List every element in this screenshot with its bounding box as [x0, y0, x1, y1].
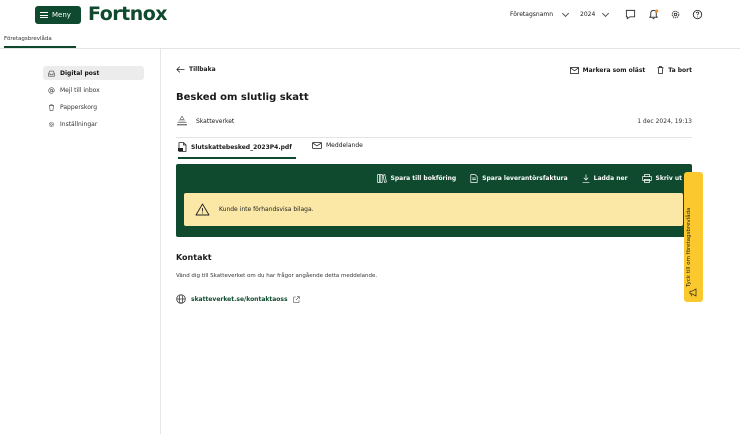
chevron-down-icon: [561, 9, 570, 17]
skatteverket-logo-icon: [177, 115, 187, 126]
sidebar-item-label: Papperskorg: [60, 103, 98, 111]
chevron-down-icon: [602, 9, 610, 17]
message-date: 1 dec 2024, 19:13: [637, 118, 692, 125]
attachment-viewer: Spara till bokföring Spara leverantörsfa…: [176, 164, 692, 237]
company-label: Företagsnamn: [510, 11, 554, 18]
trash-icon: [49, 103, 54, 111]
company-selector[interactable]: Företagsnamn: [510, 9, 570, 18]
mark-unread-button[interactable]: Markera som oläst: [569, 66, 646, 74]
preview-warning: Kunde inte förhandsvisa bilaga.: [184, 193, 683, 226]
tab-label: Slutskattebesked_2023P4.pdf: [191, 143, 292, 151]
tabs-divider: [176, 137, 692, 138]
delete-button[interactable]: Ta bort: [657, 66, 692, 74]
help-icon[interactable]: [692, 9, 703, 20]
mail-icon: [312, 142, 322, 149]
year-selector[interactable]: 2024: [580, 9, 610, 18]
at-icon: [48, 86, 55, 94]
sidebar-item-label: Digital post: [60, 69, 100, 77]
back-label: Tillbaka: [189, 66, 216, 73]
sender: Skatteverket: [176, 115, 234, 127]
top-bar: Meny Fortnox Företagsnamn 2024: [0, 0, 740, 32]
back-button[interactable]: Tillbaka: [176, 66, 216, 73]
hamburger-icon: [40, 12, 48, 18]
mail-icon: [569, 66, 579, 74]
save-supplier-invoice-button[interactable]: Spara leverantörsfaktura: [470, 174, 568, 183]
sender-name: Skatteverket: [196, 117, 235, 125]
save-to-bookkeeping-button[interactable]: Spara till bokföring: [376, 174, 457, 183]
invoice-icon: [470, 174, 478, 183]
megaphone-icon: [689, 288, 697, 297]
action-label: Spara leverantörsfaktura: [482, 175, 568, 182]
sidebar-item-papperskorg[interactable]: Papperskorg: [43, 100, 144, 114]
delete-label: Ta bort: [668, 66, 692, 74]
sidebar-item-digital-post[interactable]: Digital post: [43, 66, 144, 80]
warning-icon: [195, 203, 210, 216]
menu-label: Meny: [52, 11, 71, 19]
year-label: 2024: [580, 11, 596, 18]
contact-text: Vänd dig till Skatteverket om du har frå…: [176, 273, 378, 279]
inbox-icon: [48, 70, 55, 77]
globe-icon: [176, 294, 186, 304]
printer-icon: [641, 174, 652, 183]
sidebar-item-installningar[interactable]: Inställningar: [43, 117, 144, 131]
action-label: Spara till bokföring: [390, 175, 457, 182]
action-label: Skriv ut: [655, 175, 682, 182]
tab-foretagsbrevlada[interactable]: Företagsbrevlåda: [4, 36, 76, 48]
mark-unread-label: Markera som oläst: [582, 66, 646, 74]
download-icon: [582, 174, 590, 183]
arrow-left-icon: [176, 66, 185, 73]
pdf-icon: [178, 142, 187, 152]
fortnox-logo[interactable]: Fortnox: [88, 3, 168, 25]
tab-pdf-attachment[interactable]: Slutskattebesked_2023P4.pdf: [178, 142, 296, 159]
message-title: Besked om slutlig skatt: [176, 92, 309, 103]
external-link-icon: [292, 295, 300, 303]
sidebar-item-label: Inställningar: [60, 120, 98, 128]
contact-link-text: skatteverket.se/kontaktaoss: [191, 295, 288, 303]
contact-link[interactable]: skatteverket.se/kontaktaoss: [176, 294, 300, 304]
sub-navigation: Företagsbrevlåda: [0, 32, 740, 49]
download-button[interactable]: Ladda ner: [582, 174, 628, 183]
menu-button[interactable]: Meny: [35, 6, 81, 24]
warning-text: Kunde inte förhandsvisa bilaga.: [219, 206, 314, 213]
sidebar-divider: [160, 49, 161, 434]
feedback-label: Tyck till om företagsbrevlåda: [686, 207, 692, 287]
action-label: Ladda ner: [593, 175, 628, 182]
trash-icon: [657, 66, 664, 74]
sidebar-item-label: Mejl till inbox: [60, 86, 100, 94]
chat-icon[interactable]: [625, 9, 636, 20]
book-icon: [376, 174, 387, 183]
contact-heading: Kontakt: [176, 253, 212, 262]
viewer-actions: Spara till bokföring Spara leverantörsfa…: [376, 174, 682, 183]
message-actions: Markera som oläst Ta bort: [569, 66, 692, 74]
print-button[interactable]: Skriv ut: [641, 174, 682, 183]
tab-meddelande[interactable]: Meddelande: [312, 142, 363, 154]
bell-icon[interactable]: [648, 9, 659, 20]
feedback-tab[interactable]: Tyck till om företagsbrevlåda: [684, 172, 703, 302]
tab-label: Meddelande: [326, 142, 363, 149]
sidebar-item-mejl-till-inbox[interactable]: Mejl till inbox: [43, 83, 144, 97]
gear-icon: [48, 121, 55, 127]
gear-icon[interactable]: [670, 9, 681, 20]
